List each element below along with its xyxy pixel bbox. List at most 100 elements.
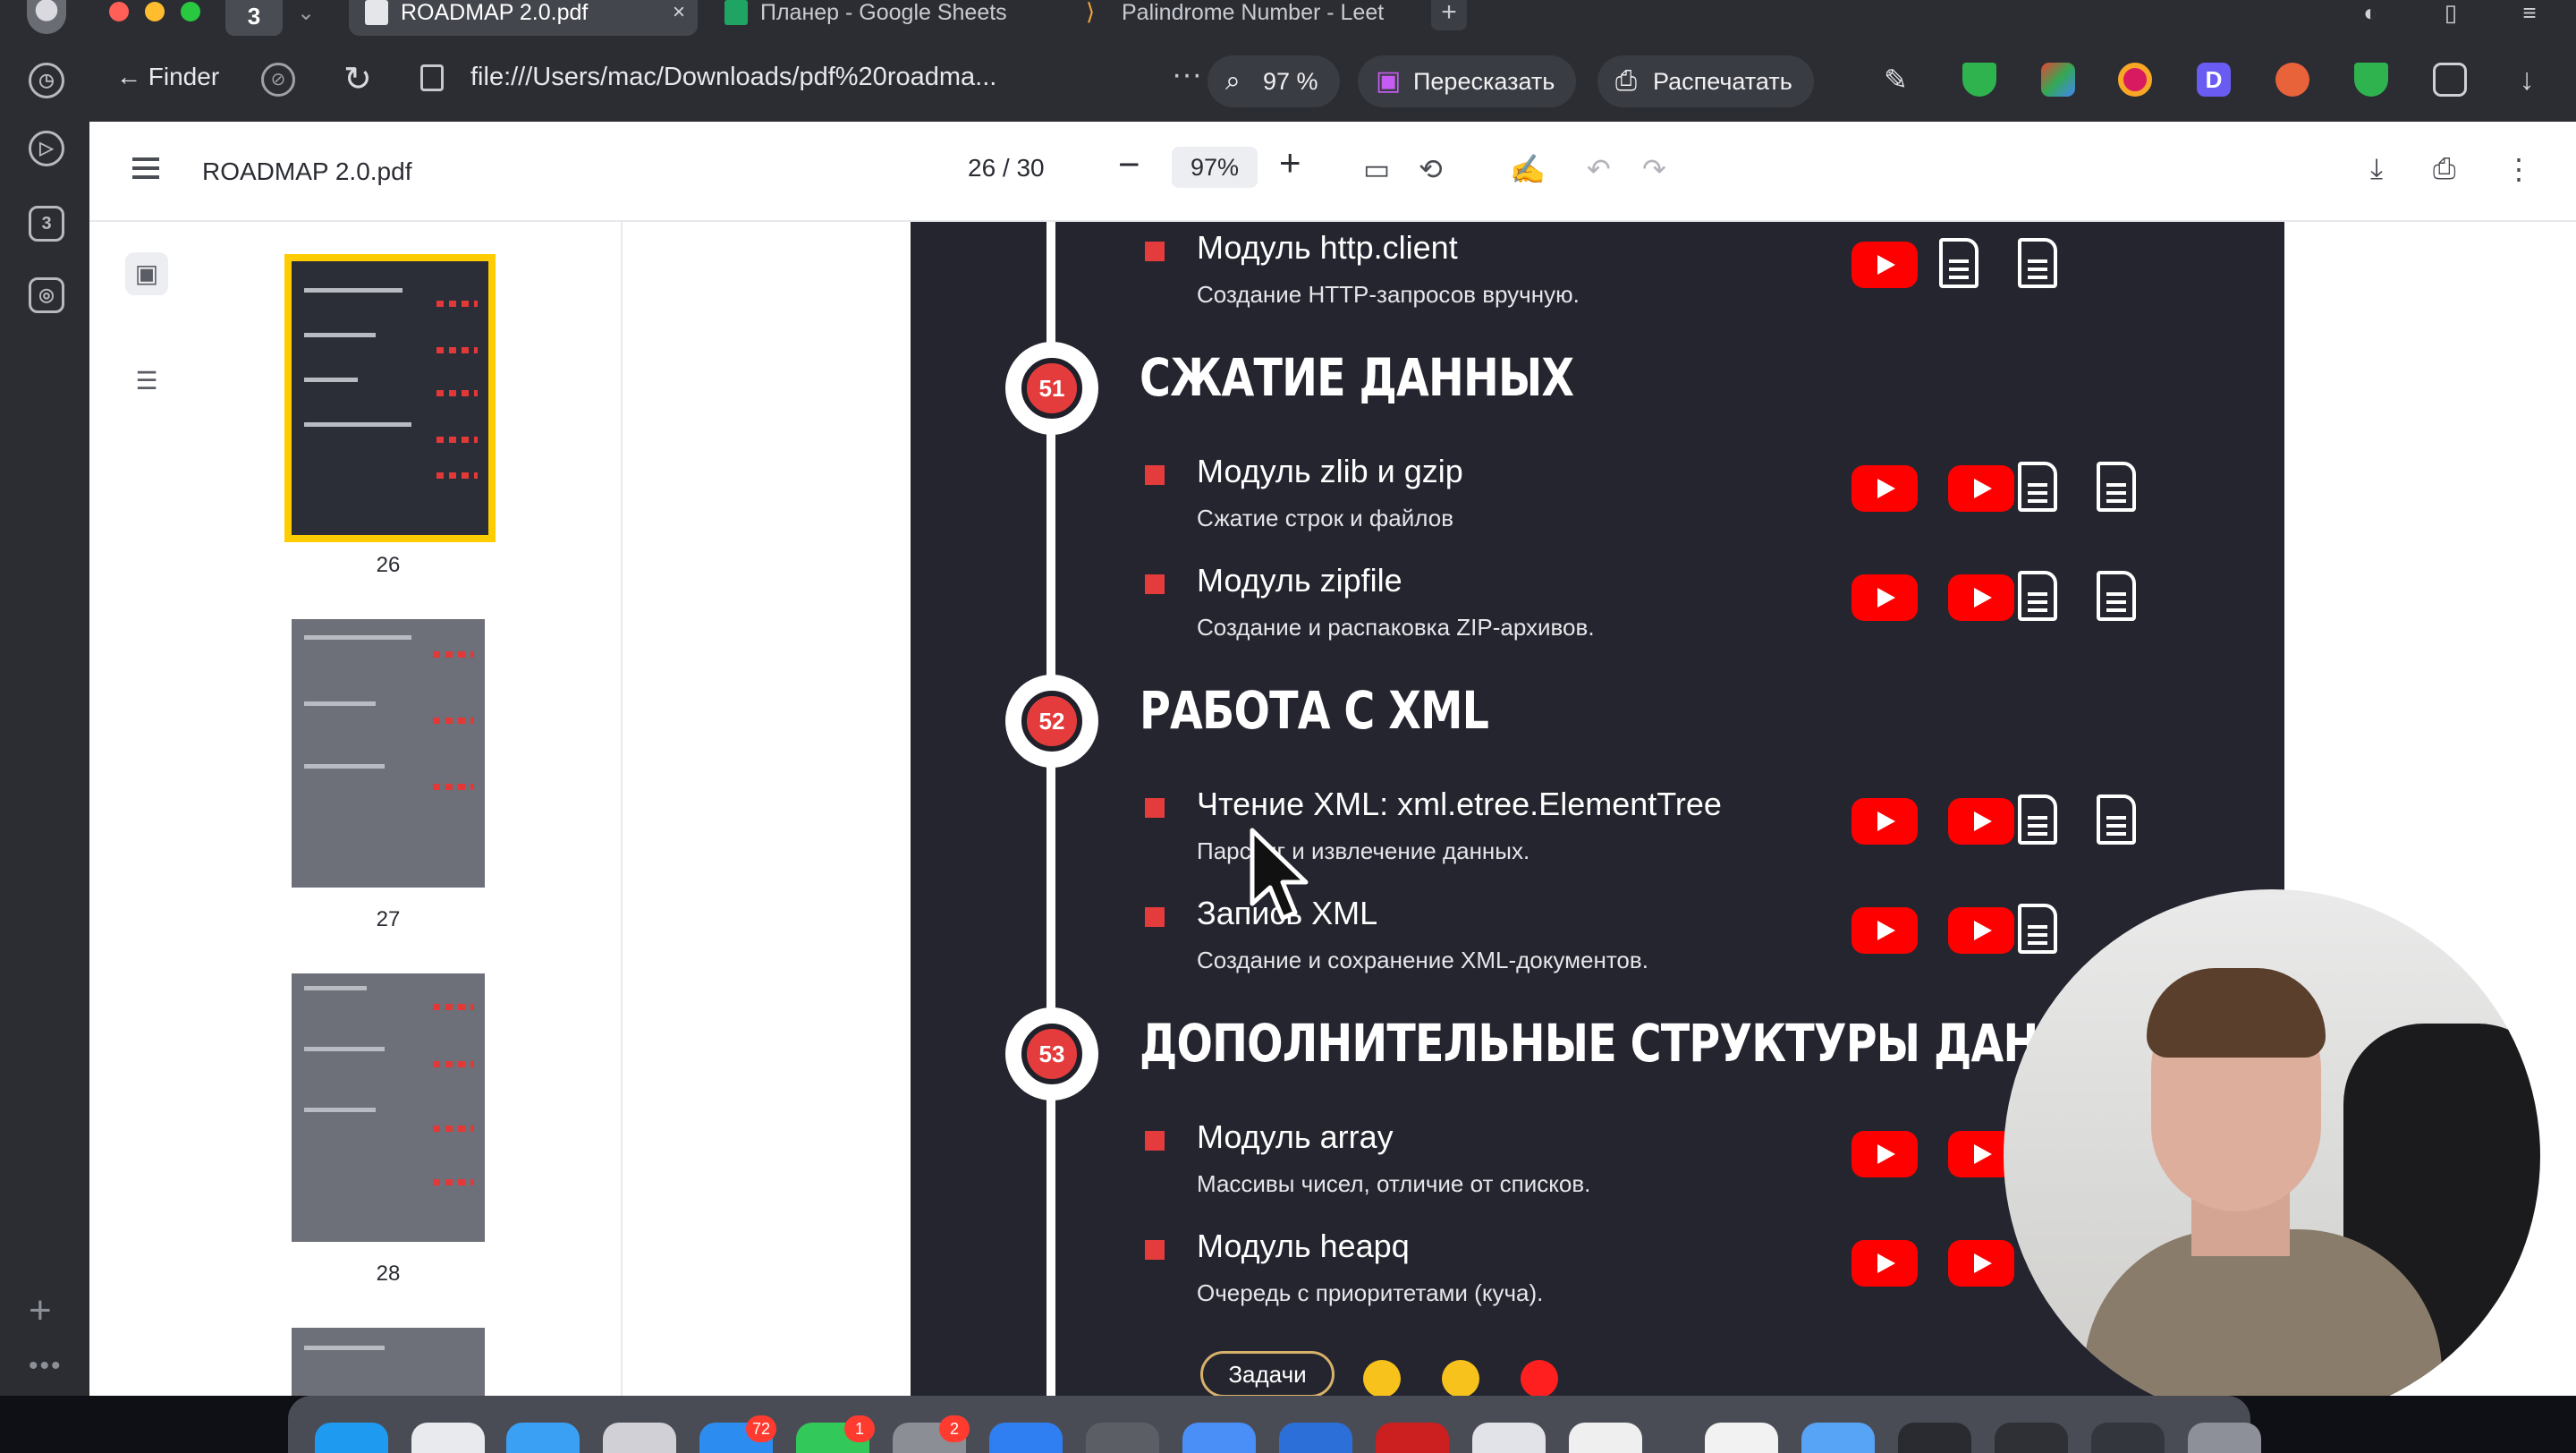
document-icon[interactable] xyxy=(1705,1423,1778,1453)
document-link-icon[interactable] xyxy=(2018,462,2057,512)
youtube-link-icon[interactable] xyxy=(1948,574,2014,621)
minimize-window-button[interactable] xyxy=(145,2,165,21)
zoom-out-button[interactable]: − xyxy=(1118,143,1140,186)
document-link-icon[interactable] xyxy=(2018,904,2057,954)
recorder-icon[interactable] xyxy=(1376,1423,1449,1453)
menu-icon[interactable] xyxy=(132,157,159,161)
app-store-icon[interactable] xyxy=(989,1423,1063,1453)
maximize-window-button[interactable] xyxy=(181,2,200,21)
compass-icon[interactable] xyxy=(1086,1423,1159,1453)
tab-leetcode[interactable]: ⟩ Palindrome Number - Leet xyxy=(1070,0,1401,36)
youtube-link-icon[interactable] xyxy=(1852,1131,1918,1177)
profile-icon[interactable]: ◐ xyxy=(2354,0,2386,30)
document-link-icon[interactable] xyxy=(2097,462,2136,512)
extensions-icon[interactable] xyxy=(2433,63,2467,97)
launchpad-icon[interactable] xyxy=(411,1423,485,1453)
youtube-link-icon[interactable] xyxy=(1852,907,1918,954)
back-button[interactable]: ← Finder xyxy=(116,63,219,91)
youtube-link-icon[interactable] xyxy=(1948,465,2014,512)
task-difficulty-dot[interactable] xyxy=(1442,1360,1479,1396)
page-thumbnail-28[interactable] xyxy=(292,973,485,1242)
youtube-link-icon[interactable] xyxy=(1852,242,1918,288)
tab-roadmap-pdf[interactable]: ROADMAP 2.0.pdf × xyxy=(349,0,698,36)
download-icon[interactable]: ⤓ xyxy=(2370,152,2383,186)
printer-icon[interactable]: ⎙ xyxy=(2433,152,2456,186)
redo-icon[interactable]: ↷ xyxy=(1642,152,1666,186)
close-tab-icon[interactable]: × xyxy=(673,0,685,25)
tab-group-badge[interactable]: 3 xyxy=(29,206,64,242)
youtube-link-icon[interactable] xyxy=(1948,907,2014,954)
add-panel-button[interactable]: + xyxy=(29,1288,52,1333)
document-link-icon[interactable] xyxy=(2018,571,2057,621)
reload-icon[interactable]: ↻ xyxy=(343,59,372,99)
menu-icon[interactable]: ≡ xyxy=(2513,0,2546,30)
outline-view-icon[interactable]: ☰ xyxy=(125,360,168,403)
youtube-link-icon[interactable] xyxy=(1852,465,1918,512)
page-thumbnail-26[interactable] xyxy=(284,254,496,542)
vscode-icon[interactable] xyxy=(1279,1423,1352,1453)
youtube-link-icon[interactable] xyxy=(1948,1240,2014,1287)
page-thumbnail-29[interactable] xyxy=(292,1328,485,1396)
camera-icon[interactable]: ◎ xyxy=(29,277,64,313)
document-link-icon[interactable] xyxy=(2097,794,2136,845)
window-icon[interactable] xyxy=(2091,1423,2165,1453)
color-extension-icon[interactable] xyxy=(2118,63,2152,97)
more-icon[interactable]: ··· xyxy=(1172,57,1202,92)
item-bullet xyxy=(1145,465,1165,485)
browser-logo-icon[interactable] xyxy=(27,0,66,34)
protection-icon[interactable]: ⊘ xyxy=(261,63,295,97)
terminal-icon[interactable] xyxy=(1898,1423,1971,1453)
adblock-extension-icon[interactable] xyxy=(2354,63,2388,97)
chevron-down-icon[interactable]: ⌄ xyxy=(297,0,315,27)
print-page-button[interactable]: ⎙ Распечатать xyxy=(1597,55,1814,107)
page-indicator[interactable]: 26 / 30 xyxy=(968,154,1045,183)
safari-icon[interactable] xyxy=(506,1423,580,1453)
retell-button[interactable]: ▣ Пересказать xyxy=(1358,55,1577,107)
document-link-icon[interactable] xyxy=(1939,238,1979,288)
folder-icon[interactable] xyxy=(1182,1423,1256,1453)
d-extension-icon[interactable]: D xyxy=(2197,63,2231,97)
bookmarks-icon[interactable]: ▯ xyxy=(2435,0,2467,30)
youtube-link-icon[interactable] xyxy=(1852,574,1918,621)
window-icon[interactable] xyxy=(1995,1423,2068,1453)
document-link-icon[interactable] xyxy=(2018,794,2057,845)
youtube-link-icon[interactable] xyxy=(1852,1240,1918,1287)
task-difficulty-dot[interactable] xyxy=(1363,1360,1401,1396)
close-window-button[interactable] xyxy=(109,2,129,21)
history-icon[interactable]: ◷ xyxy=(29,63,64,98)
downloads-icon[interactable]: ↓ xyxy=(2510,63,2544,97)
zoom-in-button[interactable]: + xyxy=(1279,141,1301,184)
thumbnails-view-icon[interactable]: ▣ xyxy=(125,252,168,295)
youtube-link-icon[interactable] xyxy=(1948,798,2014,845)
puzzle-extension-icon[interactable] xyxy=(2041,63,2075,97)
annotate-icon[interactable]: ✍ xyxy=(1510,152,1546,186)
trash-icon[interactable] xyxy=(2188,1423,2261,1453)
tab-google-sheets[interactable]: Планер - Google Sheets xyxy=(708,0,1048,36)
rotate-icon[interactable]: ⟲ xyxy=(1419,152,1443,186)
openai-icon[interactable] xyxy=(1472,1423,1546,1453)
play-icon[interactable]: ▷ xyxy=(29,131,64,166)
downloads-folder-icon[interactable] xyxy=(1801,1423,1875,1453)
page-zoom-pill[interactable]: ⌕ 97 % xyxy=(1208,55,1340,107)
notes-icon[interactable] xyxy=(1569,1423,1642,1453)
fit-page-icon[interactable]: ▭ xyxy=(1363,152,1390,186)
youtube-link-icon[interactable] xyxy=(1852,798,1918,845)
url-field[interactable]: file:///Users/mac/Downloads/pdf%20roadma… xyxy=(420,52,1251,107)
page-thumbnail-27[interactable] xyxy=(292,619,485,888)
zoom-level[interactable]: 97% xyxy=(1172,147,1258,188)
task-difficulty-dot[interactable] xyxy=(1521,1360,1558,1396)
tasks-button[interactable]: Задачи xyxy=(1200,1351,1335,1396)
avatar-extension-icon[interactable] xyxy=(2275,63,2309,97)
shield-extension-icon[interactable] xyxy=(1962,63,1996,97)
document-link-icon[interactable] xyxy=(2097,571,2136,621)
url-text[interactable]: file:///Users/mac/Downloads/pdf%20roadma… xyxy=(470,63,996,92)
mail-icon[interactable] xyxy=(603,1423,676,1453)
more-vertical-icon[interactable]: ⋮ xyxy=(2504,152,2533,186)
document-link-icon[interactable] xyxy=(2018,238,2057,288)
finder-icon[interactable] xyxy=(315,1423,388,1453)
undo-icon[interactable]: ↶ xyxy=(1587,152,1611,186)
eyedropper-icon[interactable]: ✎ xyxy=(1884,63,1918,97)
more-icon[interactable]: ••• xyxy=(29,1351,63,1381)
new-tab-button[interactable]: + xyxy=(1431,0,1467,30)
tab-count-badge[interactable]: 3 xyxy=(225,0,283,36)
